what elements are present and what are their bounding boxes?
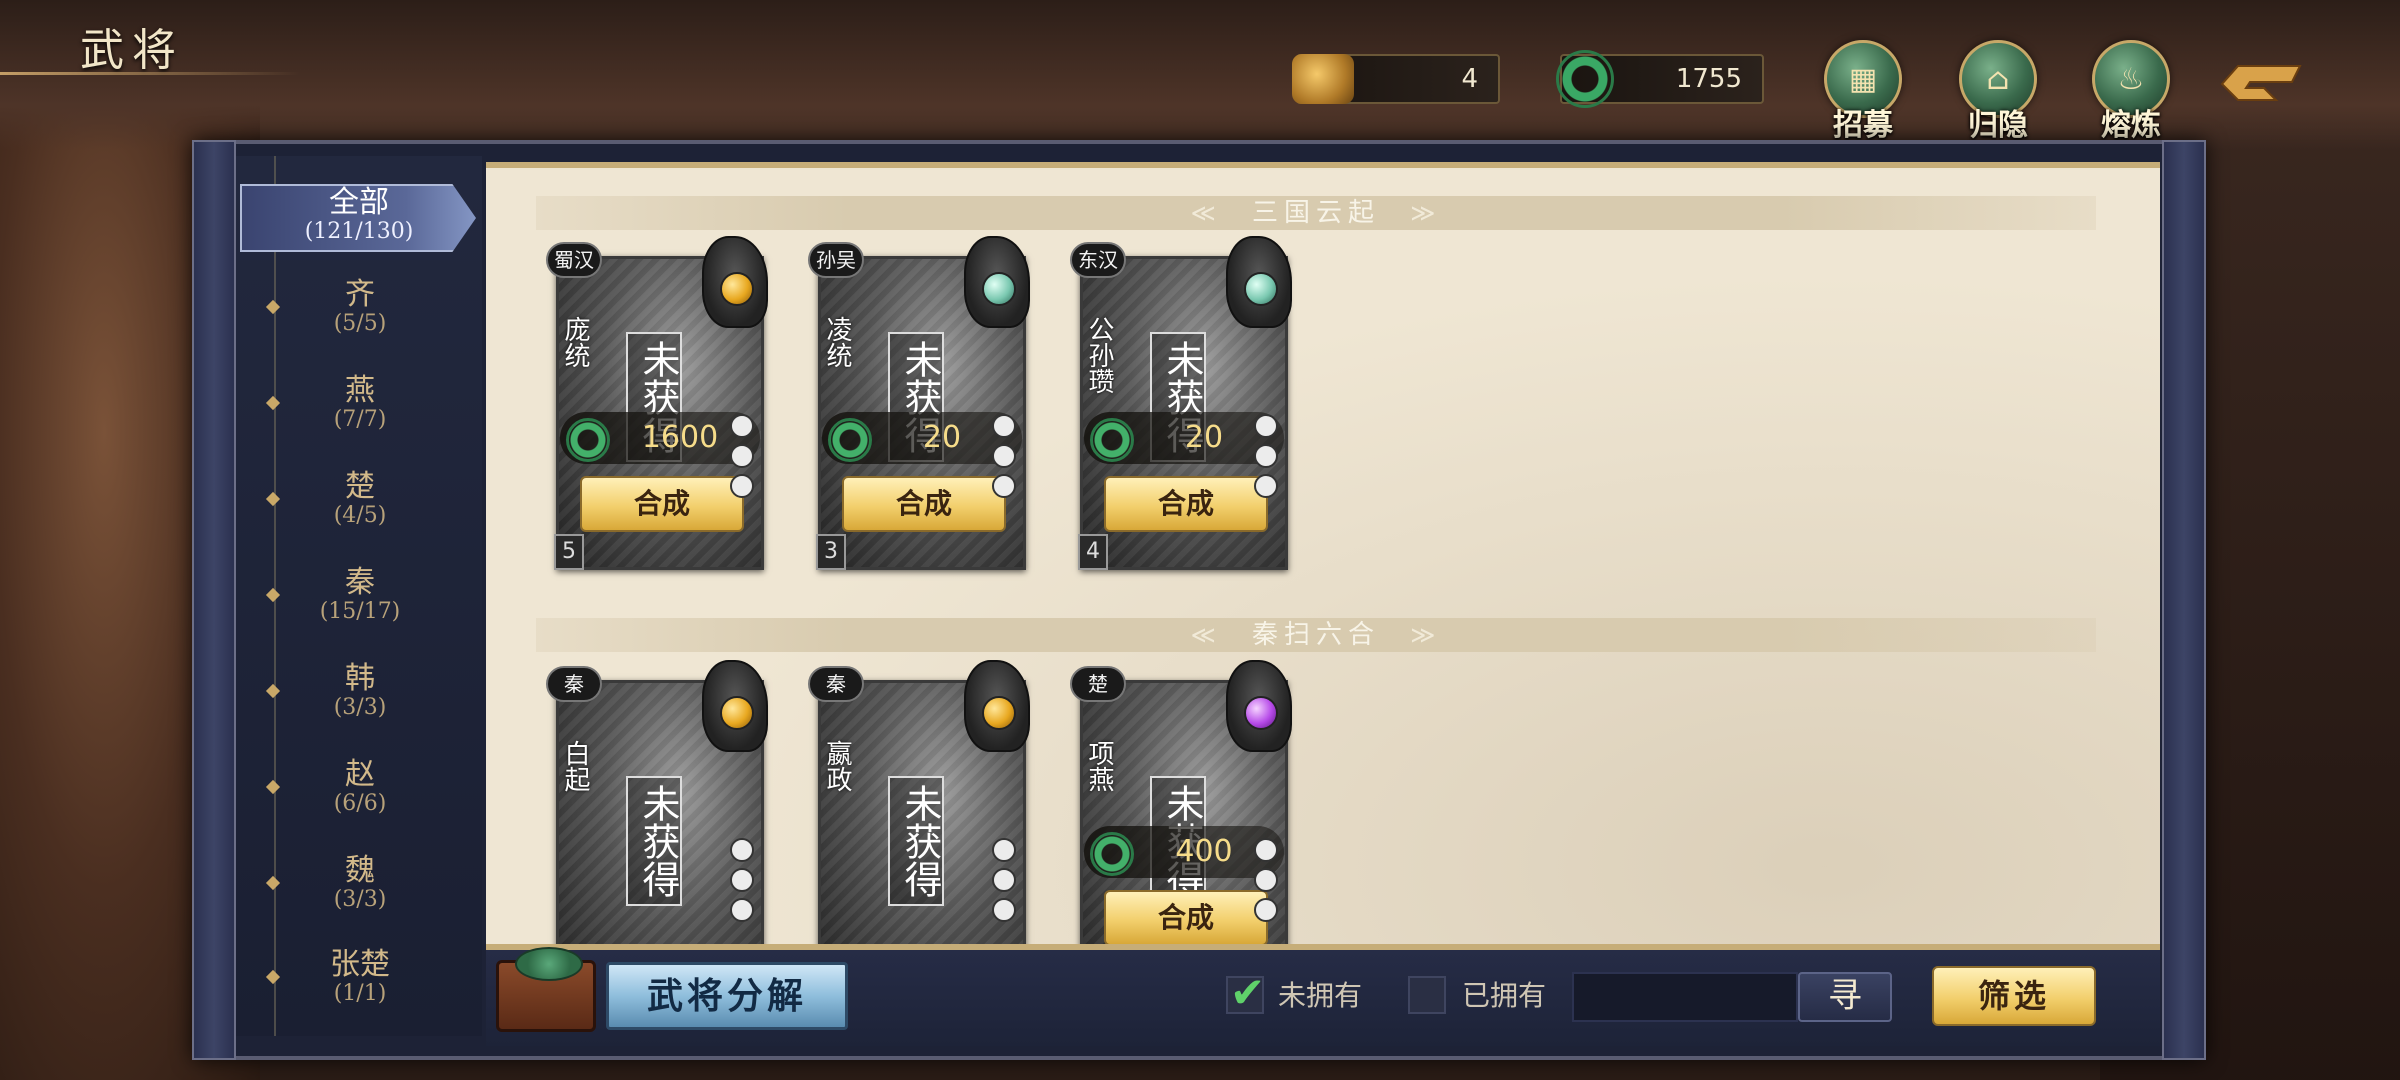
unowned-stamp: 未获得 <box>888 776 944 906</box>
sidebar-item-count: (5/5) <box>333 311 387 336</box>
hero-card-baiqi[interactable]: 秦 白起 未获得 <box>542 660 768 944</box>
hero-list-panel[interactable]: ≪ 三国云起 ≫ 蜀汉 庞统 未获得 1600 合成 5 孙吴 凌统 未获得 2… <box>486 162 2160 950</box>
jade-ring-icon <box>1090 418 1134 462</box>
gold-ingot-icon <box>1292 54 1354 104</box>
treasure-chest-icon[interactable] <box>496 947 596 1032</box>
unowned-checkbox-label[interactable]: 未拥有 <box>1278 976 1362 1016</box>
faction-badge: 蜀汉 <box>546 242 602 278</box>
compose-button[interactable]: 合成 <box>580 476 744 532</box>
faction-badge: 楚 <box>1070 666 1126 702</box>
retire-button[interactable]: ⌂ 归隐 <box>1955 40 2041 144</box>
faction-badge: 东汉 <box>1070 242 1126 278</box>
search-button[interactable]: 寻 <box>1798 972 1892 1022</box>
rarity-gem-icon <box>720 696 754 730</box>
star-level: 5 <box>554 534 584 570</box>
page-title: 武将 <box>80 25 184 76</box>
jade-ring-icon <box>1556 50 1614 108</box>
scroll-ornament-icon: ≫ <box>1410 621 1442 649</box>
rarity-gem-icon <box>982 696 1016 730</box>
frame-pillar-left <box>192 140 236 1060</box>
sidebar-item-zhangchu[interactable]: 张楚 (1/1) <box>240 948 480 1006</box>
jade-ring-icon <box>566 418 610 462</box>
rarity-gem-icon <box>982 272 1016 306</box>
sidebar-item-all[interactable]: 全部 (121/130) <box>240 184 476 252</box>
sidebar-item-count: (15/17) <box>319 599 401 624</box>
sidebar-item-chu[interactable]: 楚 (4/5) <box>240 470 480 528</box>
hero-card-pangtong[interactable]: 蜀汉 庞统 未获得 1600 合成 5 <box>542 236 768 586</box>
sidebar-item-count: (4/5) <box>333 503 387 528</box>
unowned-checkbox[interactable] <box>1226 968 1265 1017</box>
jade-ring-icon <box>828 418 872 462</box>
scroll-ornament-icon: ≪ <box>1190 199 1222 227</box>
owned-checkbox[interactable] <box>1408 976 1446 1014</box>
skill-pips <box>730 838 756 928</box>
hero-name: 项燕 <box>1084 740 1114 792</box>
sidebar-item-count: (3/3) <box>333 695 387 720</box>
rarity-gem-icon <box>1244 272 1278 306</box>
hero-card-xiangyan[interactable]: 楚 项燕 未获得 400 合成 <box>1066 660 1292 944</box>
currency-jade: 1755 <box>1556 50 1764 108</box>
recruit-label: 招募 <box>1833 108 1893 143</box>
sidebar-item-count: (7/7) <box>333 407 387 432</box>
skill-pips <box>1254 838 1280 928</box>
filter-button[interactable]: 筛选 <box>1932 966 2096 1026</box>
decompose-heroes-button[interactable]: 武将分解 <box>606 962 848 1030</box>
sidebar-item-count: (6/6) <box>333 791 387 816</box>
section-header: ≪ 秦扫六合 ≫ <box>536 618 2096 652</box>
hero-name: 公孙瓒 <box>1084 316 1114 394</box>
jade-ring-icon <box>1090 832 1134 876</box>
star-level: 4 <box>1078 534 1108 570</box>
sidebar-item-zhao[interactable]: 赵 (6/6) <box>240 758 480 816</box>
hero-name: 凌统 <box>822 316 852 368</box>
sidebar-item-wei[interactable]: 魏 (3/3) <box>240 854 480 912</box>
search-input[interactable] <box>1572 972 1798 1022</box>
currency-gold-value: 4 <box>1461 64 1478 94</box>
smelt-button[interactable]: ♨ 熔炼 <box>2088 40 2174 144</box>
skill-pips <box>992 414 1018 504</box>
compose-button[interactable]: 合成 <box>1104 890 1268 944</box>
hero-card-gongsunzan[interactable]: 东汉 公孙瓒 未获得 20 合成 4 <box>1066 236 1292 586</box>
sidebar-item-count: (1/1) <box>333 981 387 1006</box>
unowned-stamp: 未获得 <box>626 776 682 906</box>
sidebar-item-qin[interactable]: 秦 (15/17) <box>240 566 480 624</box>
rarity-gem-icon <box>1244 696 1278 730</box>
compose-button[interactable]: 合成 <box>842 476 1006 532</box>
section-title: 三国云起 <box>1251 198 1380 228</box>
currency-gold: 4 <box>1292 54 1500 104</box>
scroll-ornament-icon: ≫ <box>1410 199 1442 227</box>
section-header: ≪ 三国云起 ≫ <box>536 196 2096 230</box>
currency-jade-value: 1755 <box>1675 64 1742 94</box>
sidebar-item-han[interactable]: 韩 (3/3) <box>240 662 480 720</box>
back-arrow-icon[interactable] <box>2216 58 2306 108</box>
sidebar-item-yan[interactable]: 燕 (7/7) <box>240 374 480 432</box>
retire-label: 归隐 <box>1968 108 2028 143</box>
section-title: 秦扫六合 <box>1251 620 1380 650</box>
rarity-gem-icon <box>720 272 754 306</box>
sidebar-item-count: (3/3) <box>333 887 387 912</box>
faction-badge: 秦 <box>546 666 602 702</box>
skill-pips <box>992 838 1018 928</box>
hero-name: 嬴政 <box>822 740 852 792</box>
skill-pips <box>1254 414 1280 504</box>
hero-card-lingtong[interactable]: 孙吴 凌统 未获得 20 合成 3 <box>804 236 1030 586</box>
hero-name: 白起 <box>560 740 590 792</box>
frame-pillar-right <box>2162 140 2206 1060</box>
compose-button[interactable]: 合成 <box>1104 476 1268 532</box>
faction-badge: 孙吴 <box>808 242 864 278</box>
sidebar-item-count: (121/130) <box>304 219 414 244</box>
faction-badge: 秦 <box>808 666 864 702</box>
skill-pips <box>730 414 756 504</box>
sidebar-item-label: 全部 <box>329 185 389 220</box>
hero-name: 庞统 <box>560 316 590 368</box>
scroll-ornament-icon: ≪ <box>1190 621 1222 649</box>
star-level: 3 <box>816 534 846 570</box>
hero-card-yingzheng[interactable]: 秦 嬴政 未获得 <box>804 660 1030 944</box>
smelt-label: 熔炼 <box>2101 108 2161 143</box>
recruit-button[interactable]: ▦ 招募 <box>1820 40 1906 144</box>
title-underline <box>0 72 300 75</box>
owned-checkbox-label[interactable]: 已拥有 <box>1462 976 1546 1016</box>
sidebar-item-qi[interactable]: 齐 (5/5) <box>240 278 480 336</box>
